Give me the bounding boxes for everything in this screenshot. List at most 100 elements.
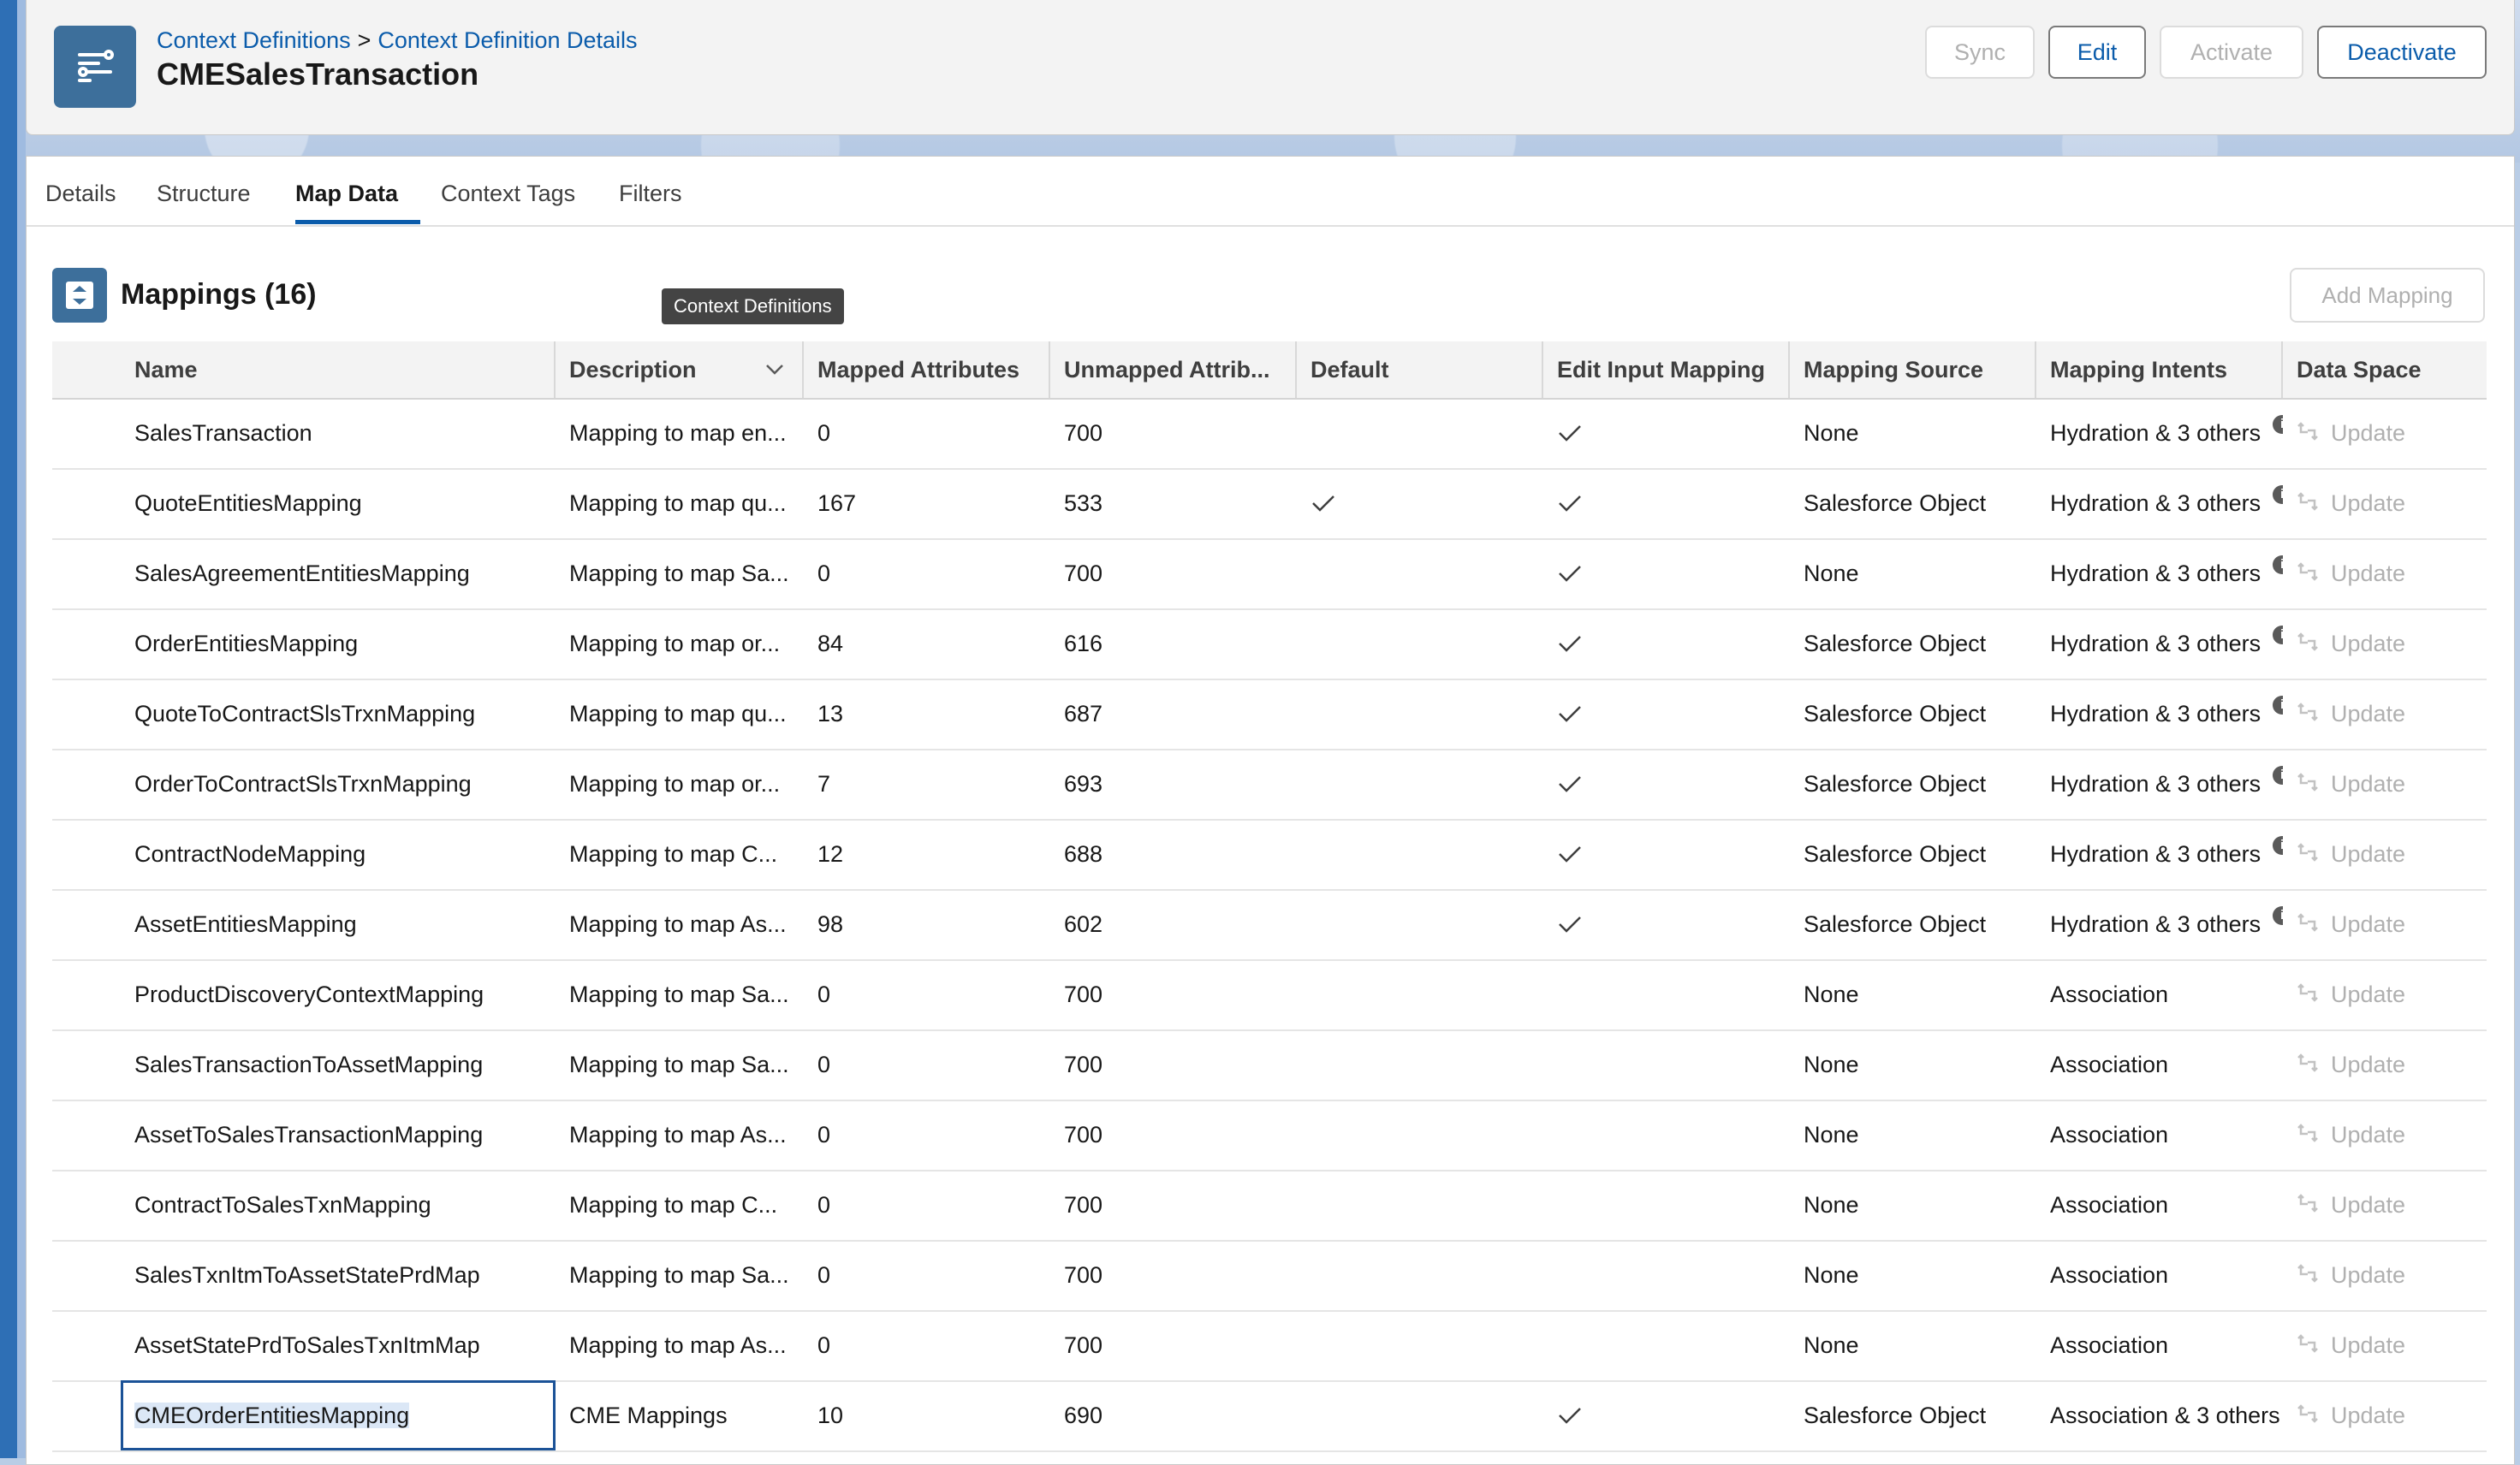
row-description: Mapping to map qu... (569, 701, 787, 727)
row-name[interactable]: CMEOrderEntitiesMapping (121, 1380, 556, 1450)
column-header-mapped-attributes[interactable]: Mapped Attributes (804, 341, 1050, 398)
row-name[interactable]: ProductDiscoveryContextMapping (121, 959, 556, 1029)
update-button[interactable]: Update (2283, 889, 2487, 959)
row-unmapped-attributes: 602 (1064, 911, 1103, 937)
column-header-description-label: Description (569, 357, 697, 383)
row-name[interactable]: AssetStatePrdToSalesTxnItmMap (121, 1310, 556, 1380)
tab-context-tags[interactable]: Context Tags (441, 181, 575, 207)
row-description: Mapping to map or... (569, 771, 781, 797)
update-button[interactable]: Update (2283, 1029, 2487, 1100)
column-header-mapping-source[interactable]: Mapping Source (1790, 341, 2036, 398)
table-row[interactable]: SalesAgreementEntitiesMapping Mapping to … (52, 538, 2487, 610)
row-name[interactable]: OrderEntitiesMapping (121, 608, 556, 679)
table-row[interactable]: ContractToSalesTxnMapping Mapping to map … (52, 1170, 2487, 1242)
update-button[interactable]: Update (2283, 398, 2487, 468)
column-header-data-space[interactable]: Data Space (2283, 341, 2487, 398)
info-icon[interactable]: i (2273, 766, 2283, 785)
tab-filters[interactable]: Filters (619, 181, 682, 207)
row-name[interactable]: ContractToSalesTxnMapping (121, 1170, 556, 1240)
update-button[interactable]: Update (2283, 679, 2487, 749)
column-header-description[interactable]: Description (556, 341, 804, 398)
update-label: Update (2331, 771, 2406, 797)
deactivate-button[interactable]: Deactivate (2317, 26, 2487, 79)
row-mapping-intents: Association (2036, 1100, 2283, 1170)
table-header: Name Description Mapped Attributes Unmap… (52, 341, 2487, 400)
row-description: CME Mappings (569, 1403, 728, 1428)
update-button[interactable]: Update (2283, 1100, 2487, 1170)
table-row[interactable]: OrderToContractSlsTrxnMapping Mapping to … (52, 749, 2487, 821)
table-row[interactable]: ProductDiscoveryContextMapping Mapping to… (52, 959, 2487, 1031)
update-button[interactable]: Update (2283, 1170, 2487, 1240)
update-icon (2297, 750, 2319, 819)
row-mapped-attributes: 0 (817, 982, 831, 1007)
row-name[interactable]: SalesTransactionToAssetMapping (121, 1029, 556, 1100)
table-row[interactable]: SalesTxnItmToAssetStatePrdMap Mapping to … (52, 1240, 2487, 1312)
row-name-text: AssetEntitiesMapping (134, 911, 357, 937)
update-icon (2297, 1242, 2319, 1310)
activate-button[interactable]: Activate (2160, 26, 2303, 79)
table-row[interactable]: CMEOrderEntitiesMapping CME Mappings 10 690… (52, 1380, 2487, 1452)
table-row[interactable]: AssetStatePrdToSalesTxnItmMap Mapping to … (52, 1310, 2487, 1382)
table-row[interactable]: OrderEntitiesMapping Mapping to map or...… (52, 608, 2487, 680)
info-icon[interactable]: i (2273, 836, 2283, 855)
column-header-mapping-intents[interactable]: Mapping Intents (2036, 341, 2283, 398)
column-header-edit-input-mapping[interactable]: Edit Input Mapping (1543, 341, 1790, 398)
table-row[interactable]: ContractNodeMapping Mapping to map C... 12… (52, 819, 2487, 891)
table-row[interactable]: AssetToSalesTransactionMapping Mapping to… (52, 1100, 2487, 1171)
update-button[interactable]: Update (2283, 468, 2487, 538)
info-icon[interactable]: i (2273, 485, 2283, 504)
row-name[interactable]: QuoteToContractSlsTrxnMapping (121, 679, 556, 749)
tab-structure[interactable]: Structure (157, 181, 251, 207)
table-row[interactable]: AssetEntitiesMapping Mapping to map As...… (52, 889, 2487, 961)
row-name[interactable]: SalesTransaction (121, 398, 556, 468)
chevron-down-icon[interactable] (764, 363, 785, 377)
tab-map-data[interactable]: Map Data (295, 181, 398, 207)
info-icon[interactable]: i (2273, 555, 2283, 574)
breadcrumb-current-link[interactable]: Context Definition Details (377, 27, 637, 53)
update-button[interactable]: Update (2283, 608, 2487, 679)
update-label: Update (2331, 1192, 2406, 1218)
row-name[interactable]: AssetToSalesTransactionMapping (121, 1100, 556, 1170)
update-button[interactable]: Update (2283, 749, 2487, 819)
update-label: Update (2331, 911, 2406, 937)
table-row[interactable]: QuoteToContractSlsTrxnMapping Mapping to … (52, 679, 2487, 750)
update-icon (2297, 470, 2319, 538)
tab-details[interactable]: Details (45, 181, 116, 207)
update-button[interactable]: Update (2283, 1240, 2487, 1310)
row-unmapped-attributes: 700 (1064, 982, 1103, 1007)
table-row[interactable]: SalesTransaction Mapping to map en... 0 700… (52, 398, 2487, 470)
row-mapped-attributes: 0 (817, 560, 831, 586)
info-icon[interactable]: i (2273, 906, 2283, 925)
update-label: Update (2331, 982, 2406, 1007)
update-button[interactable]: Update (2283, 538, 2487, 608)
info-icon[interactable]: i (2273, 626, 2283, 644)
row-name[interactable]: OrderToContractSlsTrxnMapping (121, 749, 556, 819)
row-name[interactable]: SalesTxnItmToAssetStatePrdMap (121, 1240, 556, 1310)
update-button[interactable]: Update (2283, 959, 2487, 1029)
row-mapping-intents: Association & 3 othersi (2036, 1380, 2283, 1450)
update-button[interactable]: Update (2283, 1380, 2487, 1450)
edit-button[interactable]: Edit (2048, 26, 2146, 79)
row-mapping-intents: Association (2036, 959, 2283, 1029)
update-button[interactable]: Update (2283, 1310, 2487, 1380)
info-icon[interactable]: i (2273, 696, 2283, 715)
update-icon (2297, 1171, 2319, 1240)
add-mapping-button[interactable]: Add Mapping (2290, 268, 2485, 323)
sync-button[interactable]: Sync (1925, 26, 2035, 79)
update-button[interactable]: Update (2283, 819, 2487, 889)
tooltip: Context Definitions (662, 288, 844, 324)
update-icon (2297, 400, 2319, 468)
column-header-unmapped-attributes[interactable]: Unmapped Attrib... (1050, 341, 1297, 398)
row-name[interactable]: AssetEntitiesMapping (121, 889, 556, 959)
row-name[interactable]: SalesAgreementEntitiesMapping (121, 538, 556, 608)
table-row[interactable]: SalesTransactionToAssetMapping Mapping to… (52, 1029, 2487, 1101)
column-header-default[interactable]: Default (1297, 341, 1543, 398)
row-mapping-source: Salesforce Object (1804, 771, 1987, 797)
breadcrumb-parent-link[interactable]: Context Definitions (157, 27, 351, 53)
table-row[interactable]: QuoteEntitiesMapping Mapping to map qu...… (52, 468, 2487, 540)
row-name[interactable]: ContractNodeMapping (121, 819, 556, 889)
row-unmapped-attributes: 616 (1064, 631, 1103, 656)
column-header-name[interactable]: Name (52, 341, 556, 398)
info-icon[interactable]: i (2273, 415, 2283, 434)
row-name[interactable]: QuoteEntitiesMapping (121, 468, 556, 538)
